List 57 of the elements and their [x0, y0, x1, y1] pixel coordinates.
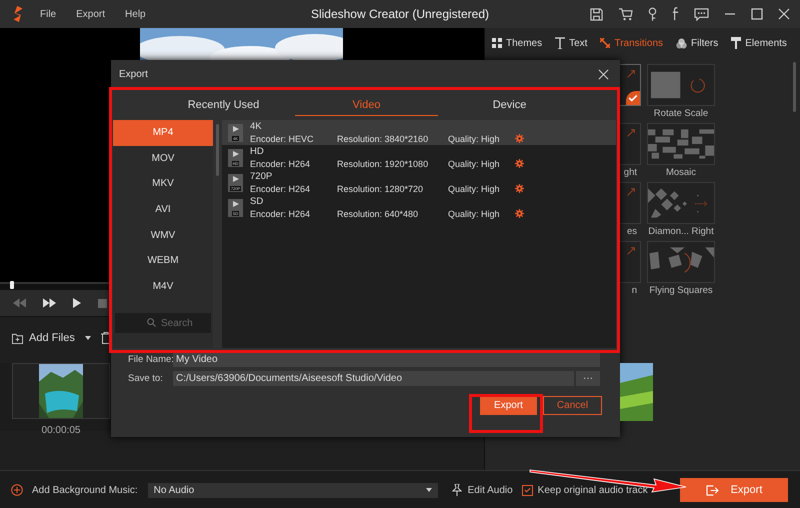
browse-button[interactable]: ···: [576, 370, 600, 386]
checkbox-label: Keep original audio track: [538, 484, 648, 496]
transition-label: n: [632, 285, 638, 296]
preset-resolution: Resolution: 1920*1080: [337, 158, 430, 170]
save-to-label: Save to:: [128, 372, 164, 384]
preset-resolution: Resolution: 1280*720: [337, 182, 424, 194]
music-dropdown[interactable]: No Audio: [148, 482, 438, 498]
transition-label: ght: [624, 167, 638, 178]
edit-audio-button[interactable]: Edit Audio: [452, 484, 513, 496]
preset-quality: Quality: High: [448, 208, 501, 220]
panel-tab[interactable]: Text: [555, 37, 588, 49]
cancel-button[interactable]: Cancel: [543, 396, 602, 415]
format-item[interactable]: AVI: [113, 196, 213, 222]
export-button[interactable]: Export: [480, 396, 537, 415]
preset-encoder: Encoder: H264: [250, 208, 312, 220]
export-button[interactable]: Export: [680, 478, 788, 502]
dialog-title: Export: [119, 68, 148, 80]
music-label: Add Background Music:: [32, 484, 138, 496]
format-item[interactable]: WMV: [113, 222, 213, 248]
panel-tab[interactable]: Transitions: [600, 38, 664, 48]
format-item[interactable]: MOV: [113, 146, 213, 172]
preset-encoder: Encoder: HEVC: [250, 132, 315, 144]
menu-item[interactable]: Export: [76, 8, 106, 20]
preset-quality: Quality: High: [448, 132, 501, 144]
transition-label: es: [626, 226, 638, 237]
transition-label: Diamon... Right: [648, 226, 714, 237]
transition-label: Rotate Scale: [654, 108, 708, 119]
format-tab[interactable]: Device: [438, 94, 581, 116]
preset-encoder: Encoder: H264: [250, 158, 312, 170]
preset-name: 4K: [250, 120, 263, 132]
clip-duration: 00:00:05: [42, 425, 80, 436]
menu-item[interactable]: File: [40, 8, 56, 20]
preset-quality: Quality: High: [448, 158, 501, 170]
preset-encoder: Encoder: H264: [250, 182, 312, 194]
preset-quality: Quality: High: [448, 182, 501, 194]
preset-resolution: Resolution: 640*480: [337, 208, 420, 220]
format-item[interactable]: WEBM: [113, 248, 213, 274]
format-item[interactable]: MP4: [113, 120, 213, 146]
preset-name: SD: [250, 196, 264, 208]
transition-label: Mosaic: [666, 167, 696, 178]
format-item[interactable]: M4V: [113, 274, 213, 300]
panel-tab[interactable]: Themes: [492, 38, 542, 48]
file-name-label: File Name:: [128, 354, 173, 364]
preset-name: 720P: [250, 170, 274, 182]
menu-item[interactable]: Help: [125, 8, 146, 20]
window-title: Slideshow Creator (Unregistered): [310, 7, 490, 21]
panel-tab[interactable]: Elements: [731, 37, 787, 49]
add-files-button[interactable]: Add Files: [12, 332, 75, 344]
panel-tab[interactable]: Filters: [676, 38, 718, 48]
transition-label: Flying Squares: [649, 285, 713, 296]
format-tab[interactable]: Recently Used: [152, 94, 295, 116]
preset-resolution: Resolution: 3840*2160: [337, 132, 430, 144]
format-tab[interactable]: Video: [295, 94, 438, 116]
format-item[interactable]: MKV: [113, 171, 213, 197]
search-field[interactable]: Search: [115, 313, 211, 334]
preset-name: HD: [250, 146, 265, 158]
save-path-field[interactable]: C:/Users/63906/Documents/Aiseesoft Studio/Video: [173, 370, 574, 386]
